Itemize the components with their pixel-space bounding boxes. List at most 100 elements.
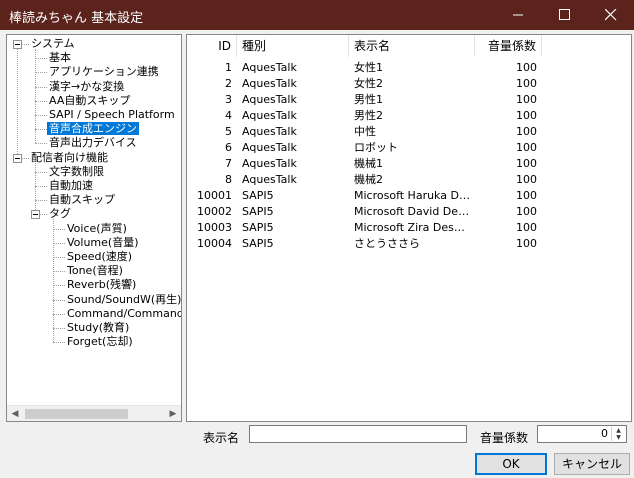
chevron-up-icon[interactable]: ▲ [612, 427, 625, 434]
cell-id: 10003 [197, 221, 232, 234]
table-row[interactable]: 10003 SAPI5 Microsoft Zira Deskt... 100 [187, 220, 631, 236]
cell-id: 10002 [197, 205, 232, 218]
tree-item[interactable]: 自動加速 [47, 179, 95, 193]
scroll-right-icon[interactable]: ▶ [165, 406, 181, 421]
tree-item[interactable]: Volume(音量) [65, 236, 141, 250]
tree-item-label: システム [31, 37, 75, 50]
tree-item[interactable]: Speed(速度) [65, 250, 134, 264]
table-row[interactable]: 10001 SAPI5 Microsoft Haruka De... 100 [187, 188, 631, 204]
tree-connector [35, 186, 47, 187]
cell-type: SAPI5 [242, 189, 274, 202]
tree-item-label: Forget(忘却) [67, 335, 133, 348]
tree-item[interactable]: 自動スキップ [47, 193, 117, 207]
chevron-down-icon[interactable]: ▼ [612, 434, 625, 441]
collapse-toggle-icon[interactable] [31, 210, 40, 219]
tree-item[interactable]: Forget(忘却) [65, 335, 135, 349]
tree-connector [53, 219, 54, 342]
display-name-input[interactable] [249, 425, 467, 443]
cell-type: AquesTalk [242, 141, 297, 154]
close-button[interactable] [588, 0, 634, 30]
tree-item[interactable]: Reverb(残響) [65, 278, 138, 292]
tree-connector [35, 58, 47, 59]
tree-horizontal-scrollbar[interactable]: ◀ ▶ [7, 405, 181, 421]
cell-display-name: Microsoft Zira Deskt... [354, 221, 475, 234]
table-row[interactable]: 4 AquesTalk 男性2 100 [187, 108, 631, 124]
tree-item[interactable]: 音声出力デバイス [47, 136, 139, 150]
tree-connector [53, 229, 65, 230]
column-header-name[interactable]: 表示名 [349, 35, 475, 57]
tree-connector [53, 300, 65, 301]
table-row[interactable]: 2 AquesTalk 女性2 100 [187, 76, 631, 92]
scrollbar-thumb[interactable] [25, 409, 128, 419]
column-header-volume[interactable]: 音量係数 [475, 35, 542, 57]
cell-display-name: 中性 [354, 125, 376, 138]
tree-item[interactable]: 文字数制限 [47, 165, 106, 179]
tree-connector [53, 342, 65, 343]
table-row[interactable]: 10004 SAPI5 さとうささら 100 [187, 236, 631, 252]
table-row[interactable]: 8 AquesTalk 機械2 100 [187, 172, 631, 188]
tree-item[interactable]: 配信者向け機能 [29, 151, 110, 165]
tree-connector [53, 257, 65, 258]
table-row[interactable]: 1 AquesTalk 女性1 100 [187, 60, 631, 76]
tree-item[interactable]: アプリケーション連携 [47, 65, 161, 79]
volume-label: 音量係数 [480, 431, 529, 445]
tree-item-label: Study(教育) [67, 321, 130, 334]
tree-item[interactable]: 音声合成エンジン [47, 122, 139, 136]
tree-item[interactable]: SAPI / Speech Platform [47, 108, 177, 122]
tree-connector [35, 172, 47, 173]
cell-id: 7 [225, 157, 232, 170]
tree-connector [35, 115, 47, 116]
tree-item[interactable]: Tone(音程) [65, 264, 125, 278]
tree-item-label: 音声出力デバイス [49, 136, 137, 149]
tree-item[interactable]: 漢字→かな変換 [47, 80, 126, 94]
tree-item-label: AA自動スキップ [49, 94, 131, 107]
tree-connector [53, 328, 65, 329]
cell-id: 3 [225, 93, 232, 106]
cell-display-name: 機械2 [354, 173, 383, 186]
tree-item-label: SAPI / Speech Platform [49, 108, 175, 121]
tree-item[interactable]: Sound/SoundW(再生) [65, 293, 181, 307]
tree-item[interactable]: Command/CommandW [65, 307, 181, 321]
tree-connector [53, 271, 65, 272]
close-icon [605, 9, 617, 21]
volume-stepper[interactable]: 0 ▲ ▼ [537, 425, 627, 443]
tree-item[interactable]: AA自動スキップ [47, 94, 132, 108]
tree-item[interactable]: システム [29, 37, 77, 51]
column-header-id[interactable]: ID [187, 35, 237, 57]
tree-connector [35, 163, 36, 214]
tree-item-label: Sound/SoundW(再生) [67, 293, 181, 306]
table-row[interactable]: 7 AquesTalk 機械1 100 [187, 156, 631, 172]
tree-item-label: Volume(音量) [67, 236, 139, 249]
cell-type: AquesTalk [242, 157, 297, 170]
settings-tree[interactable]: システム 基本 アプリケーション連携 漢字→かな変換 AA自動スキップ SAPI / Sp… [6, 34, 182, 422]
table-row[interactable]: 5 AquesTalk 中性 100 [187, 124, 631, 140]
ok-button[interactable]: OK [475, 453, 547, 475]
tree-item[interactable]: 基本 [47, 51, 73, 65]
tree-item[interactable]: Voice(声質) [65, 222, 129, 236]
cell-volume: 100 [516, 157, 537, 170]
cell-type: AquesTalk [242, 109, 297, 122]
cell-display-name: 女性1 [354, 61, 383, 74]
volume-spin-buttons[interactable]: ▲ ▼ [611, 427, 625, 441]
tree-connector [53, 285, 65, 286]
minimize-button[interactable] [496, 0, 542, 30]
cell-id: 2 [225, 77, 232, 90]
table-row[interactable]: 10002 SAPI5 Microsoft David Des... 100 [187, 204, 631, 220]
voice-list[interactable]: ID 種別 表示名 音量係数 1 AquesTalk 女性1 100 2 AquesTal… [186, 34, 632, 422]
table-row[interactable]: 3 AquesTalk 男性1 100 [187, 92, 631, 108]
cancel-button[interactable]: キャンセル [554, 453, 630, 475]
collapse-toggle-icon[interactable] [13, 154, 22, 163]
tree-connector [35, 129, 47, 130]
cell-volume: 100 [516, 189, 537, 202]
maximize-button[interactable] [542, 0, 588, 30]
tree-connector [53, 243, 65, 244]
scroll-left-icon[interactable]: ◀ [7, 406, 23, 421]
tree-item[interactable]: タグ [47, 207, 73, 221]
cell-type: AquesTalk [242, 77, 297, 90]
collapse-toggle-icon[interactable] [13, 40, 22, 49]
cell-volume: 100 [516, 237, 537, 250]
table-row[interactable]: 6 AquesTalk ロボット 100 [187, 140, 631, 156]
column-header-type[interactable]: 種別 [237, 35, 349, 57]
cell-volume: 100 [516, 109, 537, 122]
tree-item[interactable]: Study(教育) [65, 321, 131, 335]
